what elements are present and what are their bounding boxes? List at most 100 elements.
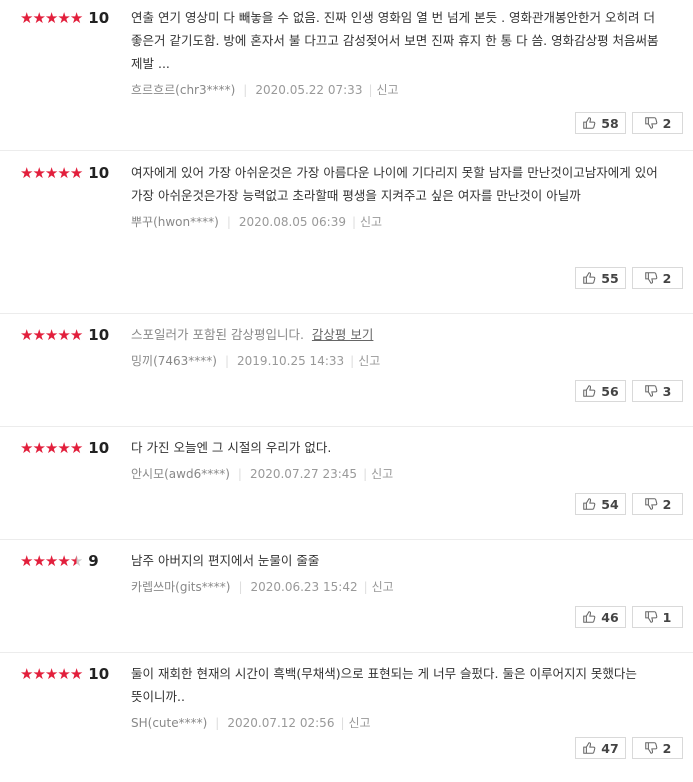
reviewer-name[interactable]: 뿌꾸(hwon****)	[131, 213, 219, 230]
dislike-button[interactable]: 2	[632, 493, 683, 515]
review-item: ★ ★ ★ ★ ★ 10 다 가진 오늘엔 그 시절의 우리가 없다. 안시모(…	[0, 427, 693, 540]
reviewer-name[interactable]: SH(cute****)	[131, 716, 207, 730]
rating-score: 9	[88, 552, 99, 570]
like-count: 54	[601, 496, 619, 512]
review-meta: 밍끼(7463****) | 2019.10.25 14:33 | 신고	[131, 352, 683, 369]
review-text: 남주 아버지의 편지에서 눈물이 줄줄	[131, 553, 320, 568]
star-icon: ★	[32, 439, 45, 457]
review-meta: 뿌꾸(hwon****) | 2020.08.05 06:39 | 신고	[131, 213, 683, 230]
like-count: 46	[601, 609, 619, 625]
review-item: ★ ★ ★ ★ ★ 9 남주 아버지의 편지에서 눈물이 줄줄 카렙쓰마(git…	[0, 540, 693, 653]
dislike-button[interactable]: 1	[632, 606, 683, 628]
divider: |	[243, 82, 248, 97]
star-icon: ★	[69, 439, 83, 457]
report-link[interactable]: 신고	[360, 213, 382, 230]
star-rating: ★ ★ ★ ★ ★ 10	[20, 665, 109, 683]
like-count: 55	[601, 270, 619, 286]
reviewer-name[interactable]: 흐르흐르(chr3****)	[131, 81, 235, 98]
dislike-count: 2	[662, 496, 672, 512]
star-icon: ★	[20, 552, 33, 570]
thumbs-down-icon	[644, 385, 657, 397]
review-text: 다 가진 오늘엔 그 시절의 우리가 없다.	[131, 440, 332, 455]
like-button[interactable]: 46	[575, 606, 626, 628]
divider: |	[363, 579, 368, 594]
star-icon: ★	[57, 164, 70, 182]
star-icon: ★	[32, 9, 45, 27]
divider: |	[351, 214, 357, 229]
reviewer-name[interactable]: 카렙쓰마(gits****)	[131, 578, 230, 595]
star-rating: ★ ★ ★ ★ ★ 10	[20, 326, 109, 344]
star-icon: ★	[20, 9, 33, 27]
thumbs-up-icon	[583, 498, 596, 510]
reviewer-name[interactable]: 밍끼(7463****)	[131, 352, 217, 369]
divider: |	[363, 466, 368, 481]
report-link[interactable]: 신고	[371, 465, 393, 482]
review-meta: 흐르흐르(chr3****) | 2020.05.22 07:33 | 신고	[131, 81, 683, 98]
like-button[interactable]: 55	[575, 267, 626, 289]
like-button[interactable]: 54	[575, 493, 626, 515]
divider: |	[215, 715, 220, 730]
review-date: 2020.05.22 07:33	[255, 82, 363, 97]
like-button[interactable]: 47	[575, 737, 626, 759]
review-meta: 안시모(awd6****) | 2020.07.27 23:45 | 신고	[131, 465, 683, 482]
star-icon: ★	[32, 164, 45, 182]
report-link[interactable]: 신고	[349, 714, 371, 731]
like-count: 58	[601, 115, 619, 131]
review-meta: SH(cute****) | 2020.07.12 02:56 | 신고	[131, 714, 683, 731]
rating-score: 10	[88, 164, 110, 182]
review-text: 둘이 재회한 현재의 시간이 흑백(무채색)으로 표현되는 게 너무 슬펐다. …	[131, 666, 637, 704]
star-rating: ★ ★ ★ ★ ★ 9	[20, 552, 99, 570]
rating-score: 10	[88, 665, 110, 683]
star-icon: ★	[57, 665, 70, 683]
rating-score: 10	[88, 9, 110, 27]
star-icon: ★	[20, 164, 33, 182]
star-rating: ★ ★ ★ ★ ★ 10	[20, 9, 109, 27]
star-icon: ★	[69, 9, 83, 27]
star-icon: ★	[32, 326, 45, 344]
review-date: 2020.07.12 02:56	[227, 715, 335, 730]
dislike-button[interactable]: 2	[632, 737, 683, 759]
reviewer-name[interactable]: 안시모(awd6****)	[131, 465, 230, 482]
thumbs-up-icon	[583, 117, 596, 129]
review-text: 연출 연기 영상미 다 빼놓을 수 없음. 진짜 인생 영화임 열 번 넘게 본…	[131, 10, 659, 71]
rating-score: 10	[88, 326, 110, 344]
thumbs-down-icon	[644, 272, 657, 284]
report-link[interactable]: 신고	[372, 578, 394, 595]
star-icon: ★	[20, 439, 33, 457]
thumbs-up-icon	[583, 385, 596, 397]
review-item: ★ ★ ★ ★ ★ 10 스포일러가 포함된 감상평입니다. 감상평 보기 밍끼(…	[0, 314, 693, 427]
dislike-count: 2	[662, 115, 672, 131]
thumbs-down-icon	[644, 742, 657, 754]
like-count: 47	[601, 740, 619, 756]
dislike-button[interactable]: 3	[632, 380, 683, 402]
dislike-button[interactable]: 2	[632, 112, 683, 134]
report-link[interactable]: 신고	[358, 352, 380, 369]
star-icon: ★	[44, 326, 58, 344]
dislike-count: 2	[662, 740, 672, 756]
divider: |	[238, 579, 243, 594]
star-icon: ★	[20, 665, 33, 683]
star-icon: ★	[44, 665, 58, 683]
star-icon: ★	[57, 326, 70, 344]
star-icon: ★	[57, 552, 70, 570]
like-button[interactable]: 58	[575, 112, 626, 134]
dislike-count: 1	[662, 609, 672, 625]
divider: |	[350, 353, 355, 368]
star-icon: ★	[69, 164, 83, 182]
review-date: 2020.06.23 15:42	[250, 579, 358, 594]
review-item: ★ ★ ★ ★ ★ 10 둘이 재회한 현재의 시간이 흑백(무채색)으로 표현…	[0, 653, 693, 782]
star-icon: ★	[69, 326, 83, 344]
dislike-count: 3	[662, 383, 672, 399]
report-link[interactable]: 신고	[377, 81, 399, 98]
like-button[interactable]: 56	[575, 380, 626, 402]
dislike-button[interactable]: 2	[632, 267, 683, 289]
review-item: ★ ★ ★ ★ ★ 10 여자에게 있어 가장 아쉬운것은 가장 아름다운 나이…	[0, 151, 693, 314]
review-text: 여자에게 있어 가장 아쉬운것은 가장 아름다운 나이에 기다리지 못할 남자를…	[131, 165, 658, 203]
view-review-link[interactable]: 감상평 보기	[312, 327, 373, 342]
divider: |	[340, 715, 345, 730]
rating-score: 10	[88, 439, 110, 457]
star-icon: ★	[20, 326, 33, 344]
thumbs-down-icon	[644, 498, 657, 510]
dislike-count: 2	[662, 270, 672, 286]
like-count: 56	[601, 383, 619, 399]
